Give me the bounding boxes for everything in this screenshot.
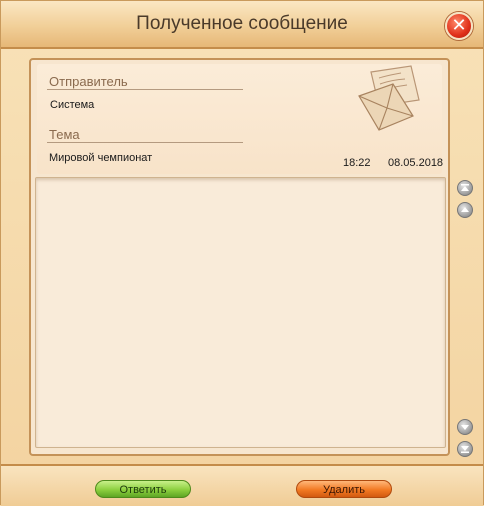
message-window: Полученное сообщение ✕ Отправитель Систе… bbox=[0, 0, 484, 506]
scroll-top-icon bbox=[461, 184, 469, 191]
subject-label: Тема bbox=[49, 127, 80, 142]
scroll-bottom-button[interactable] bbox=[457, 441, 473, 457]
close-button[interactable]: ✕ bbox=[445, 12, 473, 40]
scroll-down-button[interactable] bbox=[457, 419, 473, 435]
message-header: Отправитель Система Тема Мировой чемпион… bbox=[37, 64, 444, 174]
message-date: 08.05.2018 bbox=[388, 157, 444, 169]
scroll-down-icon bbox=[461, 425, 469, 430]
sender-divider bbox=[47, 89, 243, 90]
message-body bbox=[35, 177, 446, 448]
footer-bar: Ответить Удалить bbox=[1, 464, 483, 506]
envelope-icon bbox=[358, 65, 420, 131]
reply-button[interactable]: Ответить bbox=[95, 480, 191, 498]
subject-value: Мировой чемпионат bbox=[49, 152, 153, 164]
scroll-up-button[interactable] bbox=[457, 202, 473, 218]
scroll-top-button[interactable] bbox=[457, 180, 473, 196]
scroll-bottom-icon bbox=[461, 446, 469, 453]
subject-divider bbox=[47, 142, 243, 143]
sender-value: Система bbox=[50, 99, 95, 111]
close-icon: ✕ bbox=[451, 15, 467, 36]
delete-button[interactable]: Удалить bbox=[296, 480, 392, 498]
scroll-up-icon bbox=[461, 207, 469, 212]
message-panel: Отправитель Система Тема Мировой чемпион… bbox=[29, 58, 450, 456]
title-bar: Полученное сообщение ✕ bbox=[1, 1, 483, 49]
message-time: 18:22 bbox=[343, 157, 371, 169]
window-title: Полученное сообщение bbox=[136, 13, 348, 34]
sender-label: Отправитель bbox=[49, 74, 128, 89]
